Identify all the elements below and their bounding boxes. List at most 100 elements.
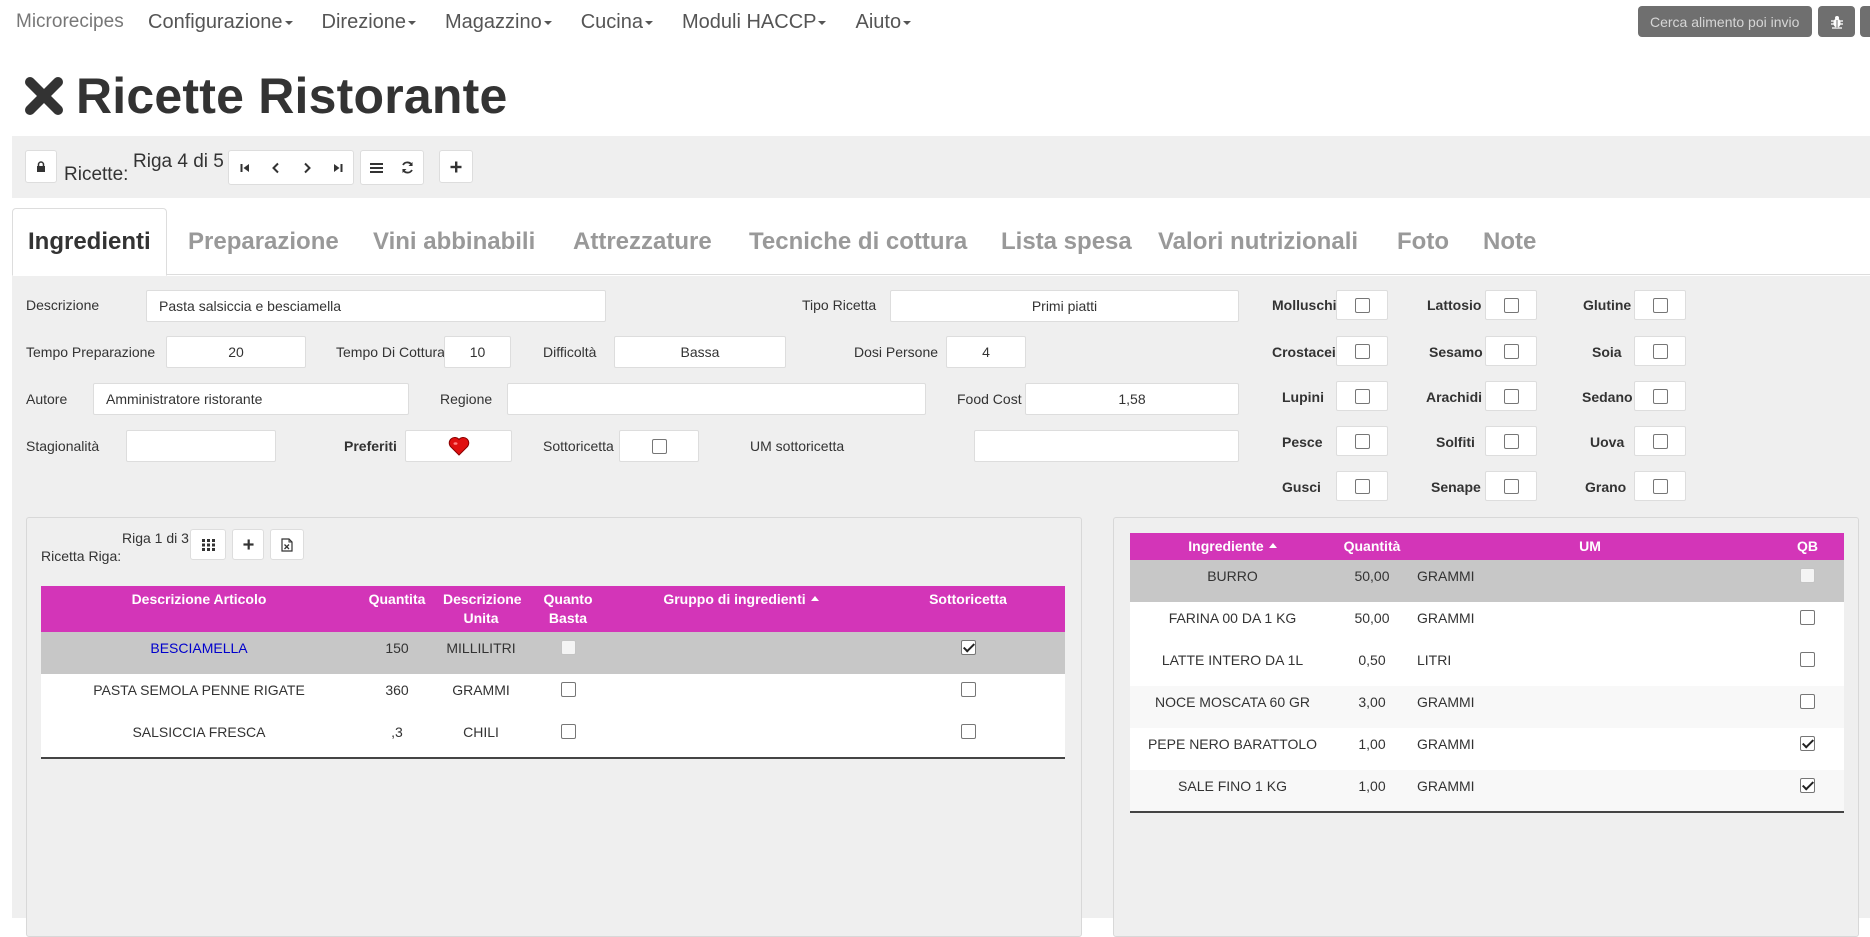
allergen-lupini-checkbox[interactable]: [1354, 388, 1370, 404]
tempo-preparazione-field[interactable]: 20: [166, 336, 306, 368]
allergen-soia-checkbox[interactable]: [1652, 343, 1668, 359]
autore-field[interactable]: Amministratore ristorante: [93, 383, 409, 415]
tab-foto[interactable]: Foto: [1397, 208, 1449, 275]
food-cost-field[interactable]: 1,58: [1025, 383, 1239, 415]
quanto-basta-checkbox[interactable]: [560, 724, 576, 739]
nav-menu-label: Cucina: [580, 11, 643, 33]
col-quantita[interactable]: Quantita: [357, 586, 437, 632]
cell-qb: [1771, 686, 1844, 728]
sottoricetta-checkbox[interactable]: [960, 682, 976, 697]
add-record-button[interactable]: [439, 150, 473, 183]
allergen-grano-checkbox[interactable]: [1652, 478, 1668, 494]
close-icon[interactable]: [22, 74, 66, 118]
allergen-sedano-checkbox[interactable]: [1652, 388, 1668, 404]
allergen-pesce-checkbox[interactable]: [1354, 433, 1370, 449]
nav-menu: Configurazione Direzione Magazzino Cucin…: [148, 11, 940, 34]
allergen-molluschi-label: Molluschi: [1272, 297, 1337, 313]
navbar-extra-button[interactable]: [1860, 6, 1870, 37]
caret-down-icon: [818, 20, 827, 25]
nav-menu-moduli-haccp[interactable]: Moduli HACCP: [682, 11, 827, 34]
col-descrizione-unita[interactable]: Descrizione Unita: [437, 586, 525, 632]
table-row[interactable]: BURRO 50,00 GRAMMI: [1130, 560, 1844, 602]
difficolta-field[interactable]: Bassa: [614, 336, 786, 368]
col-quantita[interactable]: Quantità: [1335, 533, 1409, 560]
allergen-sesamo-checkbox[interactable]: [1503, 343, 1519, 359]
col-descrizione-articolo[interactable]: Descrizione Articolo: [41, 586, 357, 632]
refresh-icon: [402, 161, 413, 174]
table-row[interactable]: SALSICCIA FRESCA ,3 CHILI: [41, 716, 1065, 759]
last-record-button[interactable]: [322, 151, 353, 184]
add-row-button[interactable]: [232, 529, 264, 560]
sottoricetta-checkbox[interactable]: [960, 640, 976, 655]
food-search-input[interactable]: [1638, 6, 1812, 37]
difficolta-label: Difficoltà: [543, 344, 597, 360]
allergen-senape-checkbox[interactable]: [1503, 478, 1519, 494]
tab-note[interactable]: Note: [1483, 208, 1536, 275]
cell-ingrediente: LATTE INTERO DA 1L: [1130, 644, 1335, 686]
descrizione-field[interactable]: Pasta salsiccia e besciamella: [146, 290, 606, 322]
um-sottoricetta-field[interactable]: [974, 430, 1239, 462]
tab-vini-abbinabili[interactable]: Vini abbinabili: [373, 208, 535, 275]
brand-link[interactable]: Microrecipes: [16, 11, 124, 33]
col-um[interactable]: UM: [1409, 533, 1771, 560]
tempo-cottura-field[interactable]: 10: [444, 336, 511, 368]
allergen-uova-checkbox[interactable]: [1652, 433, 1668, 449]
table-row[interactable]: FARINA 00 DA 1 KG 50,00 GRAMMI: [1130, 602, 1844, 644]
articolo-link[interactable]: BESCIAMELLA: [150, 640, 247, 656]
cell-quantita: 1,00: [1335, 728, 1409, 770]
previous-record-button[interactable]: [260, 151, 291, 184]
tab-valori-nutrizionali[interactable]: Valori nutrizionali: [1158, 208, 1358, 275]
col-gruppo-ingredienti[interactable]: Gruppo di ingredienti: [611, 586, 871, 632]
sottoricetta-checkbox[interactable]: [960, 724, 976, 739]
recipe-rows-label: Ricetta Riga:: [41, 548, 122, 564]
quanto-basta-checkbox[interactable]: [560, 682, 576, 697]
allergen-crostacei-checkbox[interactable]: [1354, 343, 1370, 359]
table-row[interactable]: PASTA SEMOLA PENNE RIGATE 360 GRAMMI: [41, 674, 1065, 716]
grid-view-button[interactable]: [190, 529, 226, 560]
table-row[interactable]: PEPE NERO BARATTOLO 1,00 GRAMMI: [1130, 728, 1844, 770]
stagionalita-field[interactable]: [126, 430, 276, 462]
list-view-button[interactable]: [361, 151, 392, 184]
first-record-button[interactable]: [229, 151, 260, 184]
allergen-solfiti-checkbox[interactable]: [1503, 433, 1519, 449]
next-record-button[interactable]: [291, 151, 322, 184]
tab-preparazione[interactable]: Preparazione: [188, 208, 339, 275]
allergen-lattosio-checkbox[interactable]: [1503, 297, 1519, 313]
allergen-arachidi-checkbox[interactable]: [1503, 388, 1519, 404]
qb-checkbox[interactable]: [1800, 736, 1815, 751]
col-ingrediente[interactable]: Ingrediente: [1130, 533, 1335, 560]
bug-report-button[interactable]: [1818, 6, 1855, 37]
allergen-molluschi-checkbox[interactable]: [1354, 297, 1370, 313]
nav-menu-aiuto[interactable]: Aiuto: [855, 11, 912, 34]
qb-checkbox[interactable]: [1800, 778, 1815, 793]
allergen-gusci-checkbox[interactable]: [1354, 478, 1370, 494]
tab-ingredienti[interactable]: Ingredienti: [12, 208, 167, 276]
tab-attrezzature[interactable]: Attrezzature: [573, 208, 712, 275]
tab-lista-spesa[interactable]: Lista spesa: [1001, 208, 1132, 275]
tipo-ricetta-field[interactable]: Primi piatti: [890, 290, 1239, 322]
qb-checkbox[interactable]: [1800, 652, 1815, 667]
preferiti-toggle[interactable]: [405, 430, 512, 462]
qb-checkbox[interactable]: [1800, 694, 1815, 709]
table-row[interactable]: LATTE INTERO DA 1L 0,50 LITRI: [1130, 644, 1844, 686]
col-sottoricetta[interactable]: Sottoricetta: [871, 586, 1065, 632]
tab-tecniche-di-cottura[interactable]: Tecniche di cottura: [749, 208, 967, 275]
nav-menu-magazzino[interactable]: Magazzino: [445, 11, 552, 34]
dosi-persone-field[interactable]: 4: [946, 336, 1026, 368]
col-quanto-basta[interactable]: Quanto Basta: [525, 586, 611, 632]
table-row[interactable]: NOCE MOSCATA 60 GR 3,00 GRAMMI: [1130, 686, 1844, 728]
sottoricetta-checkbox[interactable]: [651, 438, 667, 454]
table-row[interactable]: BESCIAMELLA 150 MILLILITRI: [41, 632, 1065, 674]
col-qb[interactable]: QB: [1771, 533, 1844, 560]
refresh-button[interactable]: [392, 151, 423, 184]
cell-articolo[interactable]: BESCIAMELLA: [41, 632, 357, 674]
table-row[interactable]: SALE FINO 1 KG 1,00 GRAMMI: [1130, 770, 1844, 813]
lock-button[interactable]: [25, 150, 57, 183]
qb-checkbox[interactable]: [1800, 610, 1815, 625]
nav-menu-configurazione[interactable]: Configurazione: [148, 11, 293, 34]
allergen-glutine-checkbox[interactable]: [1652, 297, 1668, 313]
export-excel-button[interactable]: [270, 529, 304, 560]
regione-field[interactable]: [507, 383, 926, 415]
nav-menu-cucina[interactable]: Cucina: [581, 11, 653, 34]
nav-menu-direzione[interactable]: Direzione: [322, 11, 417, 34]
